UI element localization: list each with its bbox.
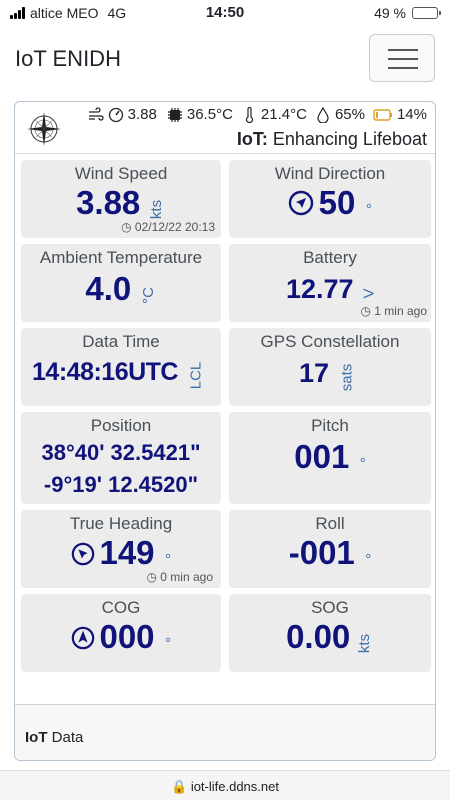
- tile-position: Position 38°40' 32.5421" -9°19' 12.4520": [21, 412, 221, 504]
- header-humidity: 65%: [334, 106, 365, 123]
- battery-low-icon: [373, 108, 392, 121]
- browser-url-bar[interactable]: 🔒 iot-life.ddns.net: [0, 770, 450, 800]
- sats-unit: sats: [338, 363, 356, 392]
- tile-data-time: Data Time 14:48:16UTC LCL: [21, 328, 221, 406]
- tile-true-heading: True Heading 149 ° ◷ 0 min ago: [21, 510, 221, 588]
- degree-unit: °: [365, 551, 372, 568]
- compass-rose-logo: [27, 112, 61, 146]
- card-footer: IoT Data: [15, 704, 435, 760]
- tile-ambient-temperature: Ambient Temperature 4.0 °C: [21, 244, 221, 322]
- degree-unit: °: [365, 201, 372, 218]
- course-arrow-icon: [71, 626, 95, 650]
- degree-unit: °: [164, 551, 171, 568]
- footer-title: IoT Data: [25, 729, 84, 746]
- wind-speed-timestamp: ◷ 02/12/22 20:13: [121, 220, 215, 234]
- tile-label: Battery: [303, 248, 357, 267]
- cpu-icon: [167, 107, 182, 122]
- tile-wind-direction: Wind Direction 50 °: [229, 160, 431, 238]
- local-time-unit: LCL: [187, 361, 205, 390]
- header-battery: 14%: [396, 106, 427, 123]
- tile-label: Ambient Temperature: [39, 248, 203, 267]
- wind-direction-value: 50: [318, 184, 356, 221]
- tile-cog: COG 000 °: [21, 594, 221, 672]
- celsius-unit: °C: [139, 287, 157, 304]
- position-longitude: -9°19' 12.4520": [43, 472, 199, 497]
- humidity-icon: [317, 106, 329, 123]
- navbar: IoT ENIDH: [0, 26, 450, 94]
- tile-label: Pitch: [311, 416, 349, 435]
- tile-sog: SOG 0.00 kts: [229, 594, 431, 672]
- battery-percent: 49 %: [374, 5, 406, 21]
- tile-label: Wind Direction: [274, 164, 386, 183]
- tile-roll: Roll -001 °: [229, 510, 431, 588]
- navigation-arrow-icon: [288, 190, 314, 216]
- menu-toggle-button[interactable]: [369, 34, 435, 82]
- header-wind-value: 3.88: [127, 106, 157, 123]
- wind-icon: [88, 106, 104, 121]
- roll-value: -001: [288, 534, 355, 571]
- position-latitude: 38°40' 32.5421": [41, 440, 201, 465]
- header-cpu-temp: 36.5°C: [186, 106, 233, 123]
- volt-unit: V: [360, 288, 378, 299]
- wind-speed-value: 3.88: [76, 184, 141, 221]
- hamburger-icon: [388, 49, 418, 51]
- brand-title[interactable]: IoT ENIDH: [15, 46, 121, 72]
- gps-sats-value: 17: [298, 358, 330, 388]
- tile-battery: Battery 12.77 V ◷ 1 min ago: [229, 244, 431, 322]
- heading-arrow-icon: [71, 542, 95, 566]
- ambient-temp-value: 4.0: [85, 270, 132, 307]
- header-ambient-temp: 21.4°C: [260, 106, 307, 123]
- data-time-value: 14:48:16UTC: [32, 358, 178, 386]
- pitch-value: 001: [294, 438, 350, 475]
- true-heading-value: 149: [99, 534, 155, 571]
- tile-pitch: Pitch 001 °: [229, 412, 431, 504]
- battery-updated-ago: ◷ 1 min ago: [360, 304, 427, 318]
- tile-label: Position: [90, 416, 152, 435]
- knots-unit: kts: [355, 633, 373, 654]
- header-readings: 3.88 36.5°C 21.4°C 65% 14%: [88, 106, 427, 123]
- tile-gps-constellation: GPS Constellation 17 sats: [229, 328, 431, 406]
- battery-voltage-value: 12.77: [285, 274, 354, 304]
- url-text[interactable]: 🔒 iot-life.ddns.net: [0, 779, 450, 795]
- status-bar: altice MEO 4G 14:50 49 %: [0, 0, 450, 26]
- tile-label: GPS Constellation: [260, 332, 400, 351]
- tile-label: Data Time: [82, 332, 160, 351]
- tile-wind-speed: Wind Speed 3.88 kts ◷ 02/12/22 20:13: [21, 160, 221, 238]
- degree-unit: °: [359, 455, 366, 472]
- card-header: 3.88 36.5°C 21.4°C 65% 14% IoT: Enhancin…: [15, 102, 435, 154]
- thermometer-icon: [245, 106, 253, 123]
- iot-card: 3.88 36.5°C 21.4°C 65% 14% IoT: Enhancin…: [14, 101, 436, 761]
- tile-label: COG: [101, 598, 141, 617]
- tile-label: Wind Speed: [74, 164, 168, 183]
- tile-label: SOG: [311, 598, 349, 617]
- degree-unit: °: [164, 635, 171, 652]
- cog-value: 000: [99, 618, 155, 655]
- header-title: IoT: Enhancing Lifeboat: [236, 129, 427, 149]
- tile-label: True Heading: [69, 514, 173, 533]
- gauge-icon: [108, 107, 123, 122]
- sog-value: 0.00: [286, 618, 351, 655]
- wind-speed-unit: kts: [147, 199, 165, 220]
- battery-icon: [412, 7, 441, 19]
- heading-updated-ago: ◷ 0 min ago: [146, 570, 213, 584]
- tile-label: Roll: [315, 514, 345, 533]
